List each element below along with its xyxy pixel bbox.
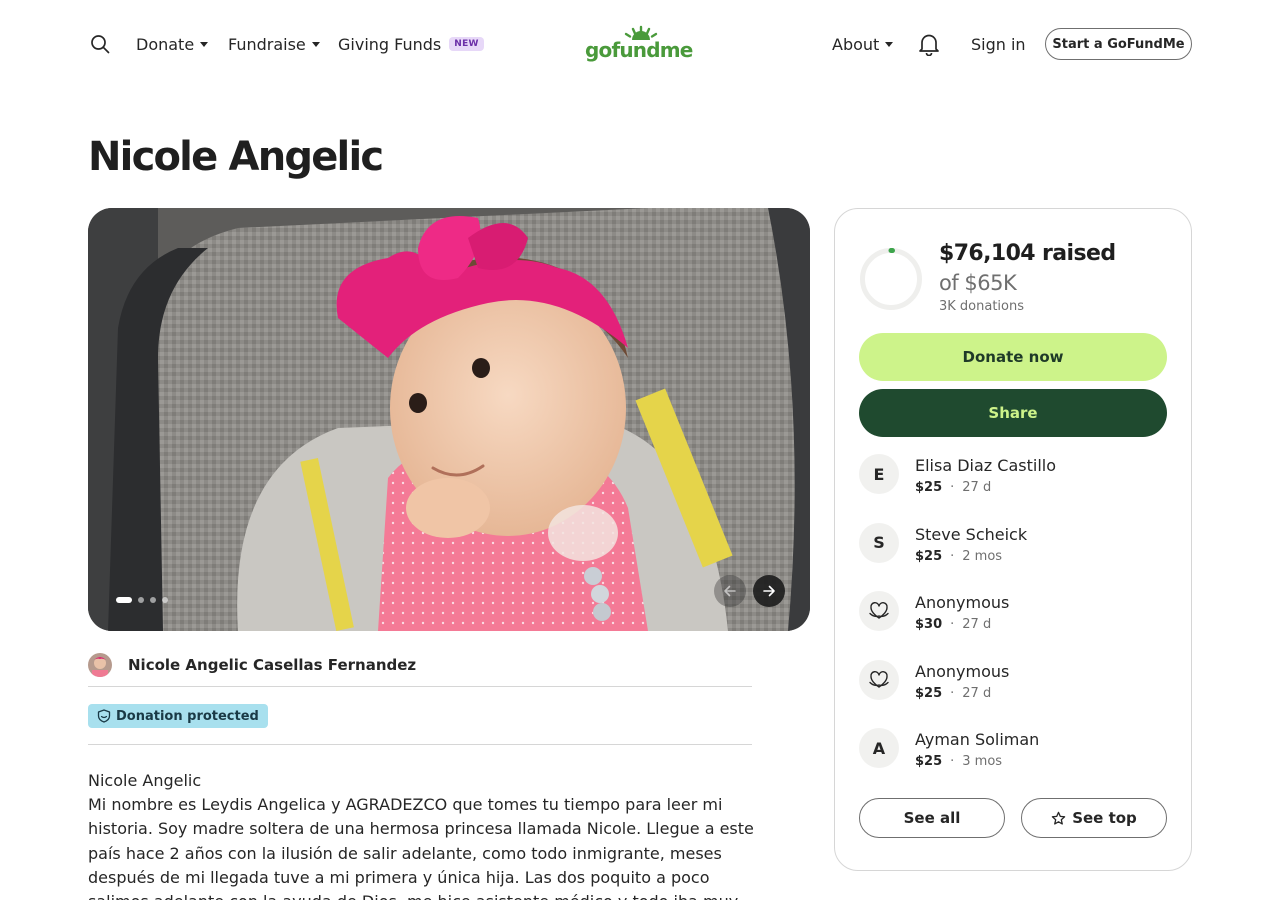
nav-donate[interactable]: Donate <box>136 32 209 56</box>
nav-giving-funds[interactable]: Giving Funds NEW <box>338 32 484 56</box>
nav-giving-funds-label: Giving Funds <box>338 34 442 54</box>
anonymous-heart-icon <box>859 591 899 631</box>
donor-name: Elisa Diaz Castillo <box>915 456 1056 475</box>
donation-count: 3K donations <box>939 299 1025 314</box>
donor-row: A Ayman Soliman $25 · 3 mos <box>859 728 1169 797</box>
donor-row: E Elisa Diaz Castillo $25 · 27 d <box>859 454 1169 523</box>
goal-amount: of $65K <box>939 271 1017 295</box>
see-all-label: See all <box>903 809 961 827</box>
organizer-avatar[interactable] <box>88 652 112 677</box>
donor-initial-avatar: A <box>859 728 899 768</box>
nav-donate-label: Donate <box>136 34 195 54</box>
logo-text: gofundme <box>585 38 693 62</box>
separator-dot: · <box>950 617 955 632</box>
anonymous-heart-icon <box>859 659 899 700</box>
story-text: Mi nombre es Leydis Angelica y AGRADEZCO… <box>88 795 754 900</box>
carousel-dot[interactable] <box>138 597 144 603</box>
donor-time: 27 d <box>962 685 992 701</box>
separator-dot: · <box>950 754 955 769</box>
donor-row: Anonymous $30 · 27 d <box>859 591 1169 660</box>
nav-about[interactable]: About <box>832 32 894 56</box>
carousel-dots <box>116 597 168 603</box>
nav-fundraise-label: Fundraise <box>228 34 306 54</box>
share-button[interactable]: Share <box>859 389 1167 437</box>
carousel-prev-button[interactable] <box>714 575 746 607</box>
donor-meta: $25 · 27 d <box>915 686 991 701</box>
arrow-left-icon <box>724 585 736 597</box>
campaign-photo <box>88 208 810 631</box>
separator-dot: · <box>950 548 955 564</box>
amount-raised: $76,104 raised <box>939 241 1116 266</box>
organizer-name[interactable]: Nicole Angelic Casellas Fernandez <box>128 656 416 674</box>
bell-icon[interactable] <box>916 31 942 57</box>
donor-initial-avatar: S <box>859 522 899 563</box>
donor-time: 2 mos <box>962 548 1003 564</box>
separator-dot: · <box>950 685 955 701</box>
see-top-label: See top <box>1072 809 1137 827</box>
start-gofundme-button[interactable]: Start a GoFundMe <box>1045 28 1192 60</box>
donor-meta: $25 · 2 mos <box>915 549 1002 564</box>
caret-down-icon <box>311 41 320 47</box>
donor-amount: $25 <box>915 548 943 564</box>
donate-now-button[interactable]: Donate now <box>859 333 1167 381</box>
donor-name: Steve Scheick <box>915 524 1028 544</box>
donor-time: 27 d <box>962 617 992 632</box>
see-top-button[interactable]: See top <box>1021 798 1167 838</box>
carousel-dot[interactable] <box>162 597 168 603</box>
story-title: Nicole Angelic <box>88 771 202 790</box>
star-icon <box>1051 811 1066 825</box>
new-badge: NEW <box>449 37 484 51</box>
donation-protected-label: Donation protected <box>116 708 259 724</box>
caret-down-icon <box>200 41 209 47</box>
donor-initial-avatar: E <box>859 454 899 494</box>
carousel-dot[interactable] <box>116 597 132 603</box>
nav-fundraise[interactable]: Fundraise <box>228 32 320 56</box>
nav-about-label: About <box>832 34 880 54</box>
caret-down-icon <box>885 41 894 47</box>
progress-ring <box>860 248 922 310</box>
donor-meta: $25 · 3 mos <box>915 754 1002 769</box>
divider <box>88 744 752 745</box>
site-header: Donate Fundraise Giving Funds NEW gofund… <box>0 0 1280 88</box>
donor-meta: $25 · 27 d <box>915 480 991 495</box>
donor-time: 3 mos <box>962 754 1003 769</box>
separator-dot: · <box>950 480 955 495</box>
campaign-story: Nicole Angelic Mi nombre es Leydis Angel… <box>88 769 758 900</box>
donor-time: 27 d <box>962 480 992 495</box>
donor-row: S Steve Scheick $25 · 2 mos <box>859 522 1169 592</box>
donor-name: Anonymous <box>915 593 1010 612</box>
donation-protected-badge[interactable]: Donation protected <box>88 704 268 728</box>
sign-in-link[interactable]: Sign in <box>971 32 1026 56</box>
donor-amount: $25 <box>915 685 943 701</box>
search-icon[interactable] <box>88 32 112 56</box>
see-all-button[interactable]: See all <box>859 798 1005 838</box>
shield-icon <box>97 709 111 723</box>
donor-amount: $30 <box>915 617 943 632</box>
donor-meta: $30 · 27 d <box>915 617 991 632</box>
campaign-image-carousel[interactable] <box>88 208 810 631</box>
donor-list: E Elisa Diaz Castillo $25 · 27 d S Steve Schei… <box>859 454 1169 797</box>
organizer-row: Nicole Angelic Casellas Fernandez <box>88 647 752 687</box>
sign-in-label: Sign in <box>971 34 1026 54</box>
gofundme-logo[interactable]: gofundme <box>585 24 697 64</box>
carousel-dot[interactable] <box>150 597 156 603</box>
donor-row: Anonymous $25 · 27 d <box>859 659 1169 729</box>
donor-amount: $25 <box>915 480 943 495</box>
page-title: Nicole Angelic <box>88 134 384 180</box>
arrow-right-icon <box>763 585 775 597</box>
donor-name: Ayman Soliman <box>915 730 1040 749</box>
donor-amount: $25 <box>915 754 943 769</box>
carousel-next-button[interactable] <box>753 575 785 607</box>
donation-card: $76,104 raised of $65K 3K donations Dona… <box>834 208 1192 871</box>
donor-name: Anonymous <box>915 661 1010 681</box>
